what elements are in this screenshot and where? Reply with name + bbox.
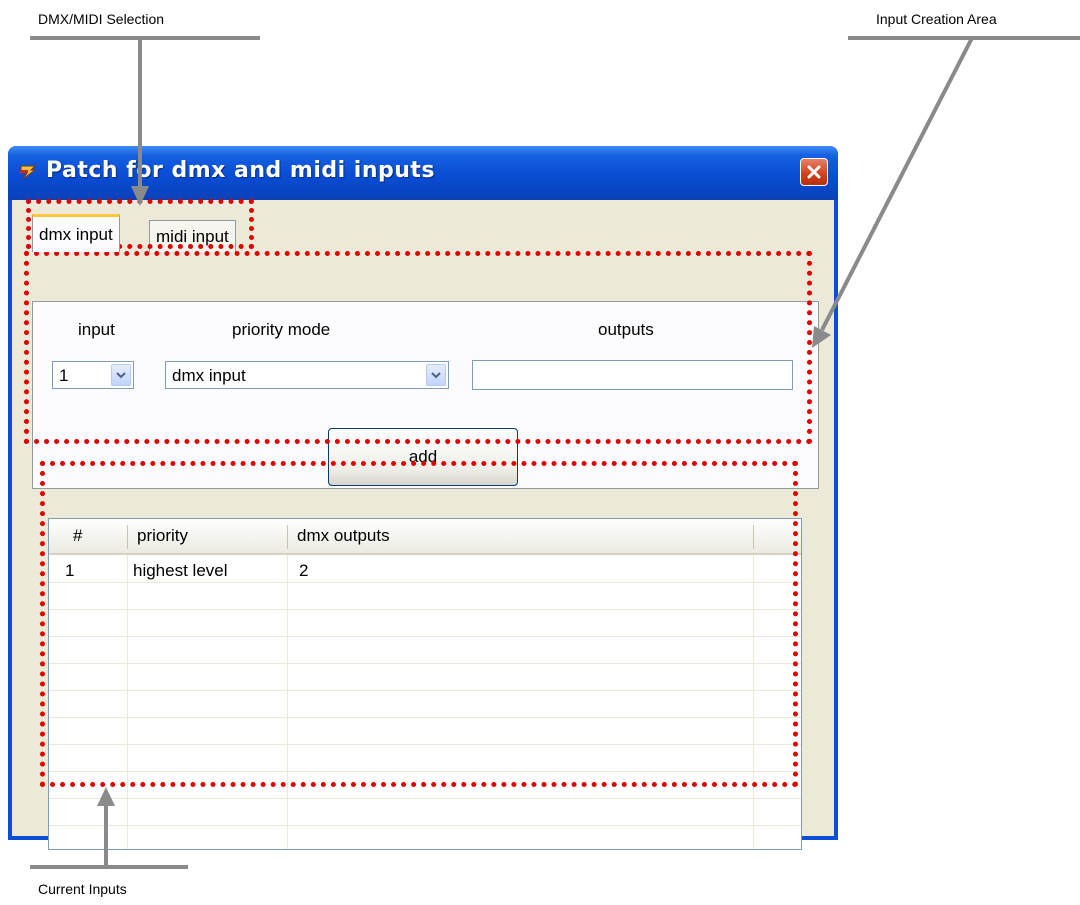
tab-dmx-input[interactable]: dmx input [32, 214, 120, 252]
tab-label: dmx input [39, 224, 113, 244]
callout-line-input-creation [820, 37, 974, 331]
arrow-head-current-inputs [97, 787, 115, 806]
arrow-head-dmx-midi [131, 186, 149, 206]
callout-arrows [97, 37, 974, 867]
